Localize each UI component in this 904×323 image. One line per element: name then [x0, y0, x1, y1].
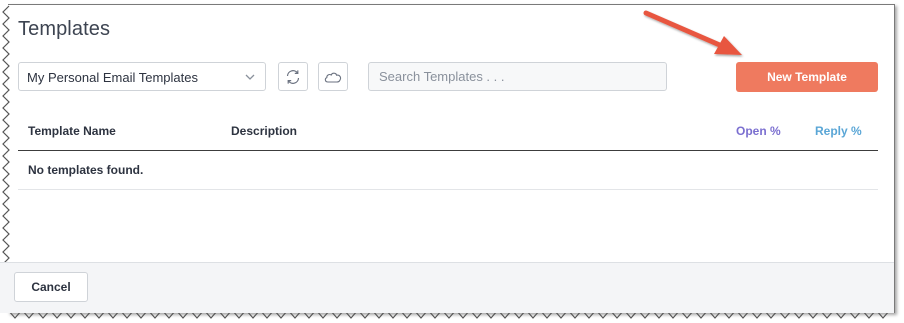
- refresh-icon: [286, 69, 300, 84]
- cancel-button[interactable]: Cancel: [14, 272, 88, 302]
- template-folder-value: My Personal Email Templates: [27, 70, 198, 85]
- column-header-description[interactable]: Description: [231, 124, 297, 138]
- empty-state-message: No templates found.: [28, 163, 144, 177]
- table-header-divider: [18, 150, 878, 151]
- dialog-title: Templates: [18, 18, 111, 40]
- left-torn-edge: [2, 5, 10, 307]
- table-row-divider: [18, 189, 878, 190]
- chevron-down-icon: [245, 74, 255, 80]
- refresh-button[interactable]: [278, 62, 308, 91]
- search-templates-input[interactable]: [368, 62, 667, 91]
- column-header-open-pct[interactable]: Open %: [736, 124, 781, 138]
- screenshot-frame: Templates My Personal Email Templates Ne…: [0, 0, 904, 323]
- template-folder-select[interactable]: My Personal Email Templates: [18, 62, 266, 91]
- column-header-template-name[interactable]: Template Name: [28, 124, 116, 138]
- cloud-icon: [324, 72, 342, 83]
- dialog-footer: [0, 262, 894, 313]
- new-template-button[interactable]: New Template: [736, 62, 878, 92]
- salesforce-cloud-button[interactable]: [318, 62, 348, 91]
- column-header-reply-pct[interactable]: Reply %: [815, 124, 862, 138]
